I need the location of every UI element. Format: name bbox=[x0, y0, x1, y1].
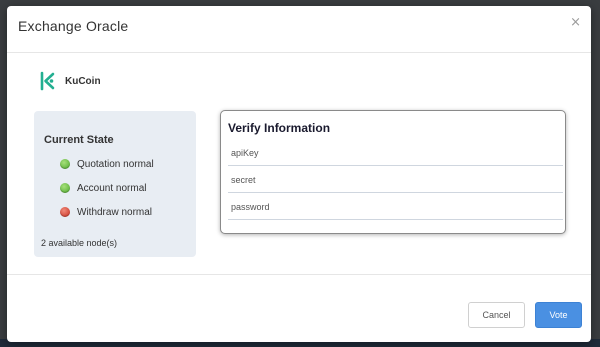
password-input[interactable] bbox=[228, 194, 563, 220]
apikey-input[interactable] bbox=[228, 140, 563, 166]
status-label: Account normal bbox=[77, 182, 147, 194]
close-icon[interactable]: × bbox=[570, 15, 581, 30]
verify-information-title: Verify Information bbox=[228, 121, 331, 135]
status-row-quotation: Quotation normal bbox=[60, 157, 154, 171]
modal-header: Exchange Oracle × bbox=[7, 6, 591, 53]
exchange-oracle-modal: Exchange Oracle × KuCoin Current State Q… bbox=[7, 6, 591, 342]
modal-title: Exchange Oracle bbox=[18, 18, 129, 34]
secret-input[interactable] bbox=[228, 167, 563, 193]
status-row-account: Account normal bbox=[60, 181, 146, 195]
current-state-title: Current State bbox=[44, 134, 114, 146]
status-label: Withdraw normal bbox=[77, 206, 153, 218]
kucoin-logo-icon bbox=[40, 71, 55, 91]
available-nodes-text: 2 available node(s) bbox=[41, 238, 118, 248]
exchange-header: KuCoin bbox=[37, 70, 101, 92]
current-state-panel: Current State Quotation normal Account n… bbox=[34, 111, 196, 257]
verify-information-panel: Verify Information bbox=[220, 110, 566, 234]
vote-button[interactable]: Vote bbox=[535, 302, 582, 328]
status-dot-icon bbox=[60, 207, 70, 217]
exchange-name: KuCoin bbox=[65, 75, 101, 87]
status-label: Quotation normal bbox=[77, 158, 154, 170]
footer-divider bbox=[7, 274, 591, 275]
status-row-withdraw: Withdraw normal bbox=[60, 205, 152, 219]
cancel-button[interactable]: Cancel bbox=[468, 302, 525, 328]
status-dot-icon bbox=[60, 183, 70, 193]
status-dot-icon bbox=[60, 159, 70, 169]
